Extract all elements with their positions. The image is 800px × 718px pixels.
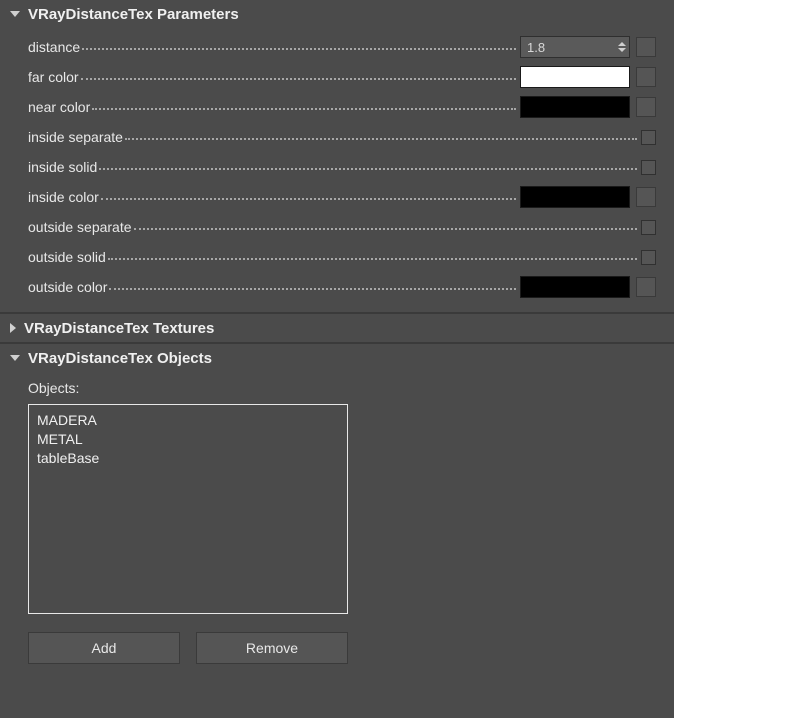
near-color-swatch[interactable] — [520, 96, 630, 118]
inside-color-swatch[interactable] — [520, 186, 630, 208]
label-inside-color: inside color — [28, 189, 99, 205]
outside-color-swatch[interactable] — [520, 276, 630, 298]
list-item[interactable]: MADERA — [37, 411, 339, 430]
far-color-map-slot[interactable] — [636, 67, 656, 87]
dots — [82, 40, 516, 50]
objects-buttons: Add Remove — [28, 632, 656, 664]
label-inside-solid: inside solid — [28, 159, 97, 175]
distance-value: 1.8 — [521, 40, 615, 55]
label-far-color: far color — [28, 69, 79, 85]
panel-objects: VRayDistanceTex Objects Objects: MADERA … — [0, 344, 674, 684]
panel-objects-title: VRayDistanceTex Objects — [28, 350, 212, 367]
row-far-color: far color — [28, 62, 656, 92]
panel-objects-header[interactable]: VRayDistanceTex Objects — [0, 344, 674, 372]
row-outside-separate: outside separate — [28, 212, 656, 242]
objects-list[interactable]: MADERA METAL tableBase — [28, 404, 348, 614]
dots — [108, 250, 637, 260]
chevron-down-icon — [10, 355, 20, 361]
near-color-map-slot[interactable] — [636, 97, 656, 117]
dots — [99, 160, 637, 170]
dots — [125, 130, 637, 140]
inside-separate-checkbox[interactable] — [641, 130, 656, 145]
label-outside-separate: outside separate — [28, 219, 132, 235]
row-inside-separate: inside separate — [28, 122, 656, 152]
dots — [101, 190, 516, 200]
row-outside-solid: outside solid — [28, 242, 656, 272]
panel-parameters-header[interactable]: VRayDistanceTex Parameters — [0, 0, 674, 28]
objects-body: Objects: MADERA METAL tableBase Add Remo… — [0, 372, 674, 684]
chevron-down-icon — [10, 11, 20, 17]
spinner-arrows-icon — [615, 37, 629, 57]
outside-separate-checkbox[interactable] — [641, 220, 656, 235]
label-distance: distance — [28, 39, 80, 55]
row-inside-solid: inside solid — [28, 152, 656, 182]
label-outside-solid: outside solid — [28, 249, 106, 265]
dots — [81, 70, 516, 80]
row-distance: distance 1.8 — [28, 32, 656, 62]
parameters-window: VRayDistanceTex Parameters distance 1.8 — [0, 0, 674, 718]
remove-button[interactable]: Remove — [196, 632, 348, 664]
panel-parameters-title: VRayDistanceTex Parameters — [28, 6, 239, 23]
dots — [134, 220, 637, 230]
row-inside-color: inside color — [28, 182, 656, 212]
outside-solid-checkbox[interactable] — [641, 250, 656, 265]
parameters-body: distance 1.8 far color — [0, 28, 674, 312]
objects-list-label: Objects: — [28, 380, 656, 396]
label-outside-color: outside color — [28, 279, 107, 295]
far-color-swatch[interactable] — [520, 66, 630, 88]
panel-parameters: VRayDistanceTex Parameters distance 1.8 — [0, 0, 674, 314]
label-near-color: near color — [28, 99, 90, 115]
dots — [109, 280, 516, 290]
add-button[interactable]: Add — [28, 632, 180, 664]
list-item[interactable]: tableBase — [37, 449, 339, 468]
panel-textures-header[interactable]: VRayDistanceTex Textures — [0, 314, 674, 342]
inside-color-map-slot[interactable] — [636, 187, 656, 207]
outside-color-map-slot[interactable] — [636, 277, 656, 297]
chevron-right-icon — [10, 323, 16, 333]
panel-textures: VRayDistanceTex Textures — [0, 314, 674, 344]
panel-textures-title: VRayDistanceTex Textures — [24, 320, 214, 337]
dots — [92, 100, 516, 110]
distance-map-slot[interactable] — [636, 37, 656, 57]
inside-solid-checkbox[interactable] — [641, 160, 656, 175]
list-item[interactable]: METAL — [37, 430, 339, 449]
label-inside-separate: inside separate — [28, 129, 123, 145]
distance-spinner[interactable]: 1.8 — [520, 36, 630, 58]
row-outside-color: outside color — [28, 272, 656, 302]
remove-button-label: Remove — [246, 640, 298, 656]
row-near-color: near color — [28, 92, 656, 122]
add-button-label: Add — [92, 640, 117, 656]
